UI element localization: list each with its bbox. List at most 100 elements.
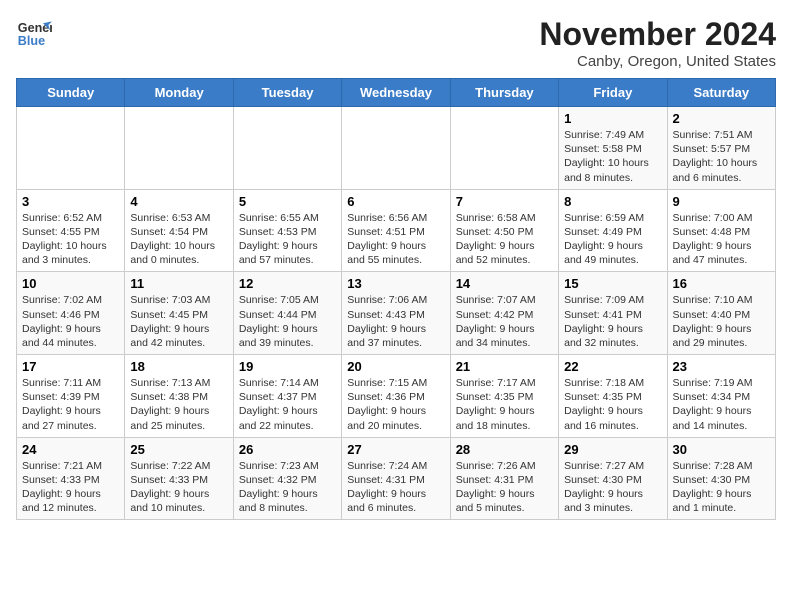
column-header-friday: Friday — [559, 79, 667, 107]
calendar-cell: 26 Sunrise: 7:23 AM Sunset: 4:32 PM Dayli… — [233, 437, 341, 520]
day-info: Sunrise: 7:26 AM Sunset: 4:31 PM Dayligh… — [456, 459, 553, 516]
day-number: 15 — [564, 276, 661, 291]
day-info: Sunrise: 7:15 AM Sunset: 4:36 PM Dayligh… — [347, 376, 444, 433]
day-info: Sunrise: 7:24 AM Sunset: 4:31 PM Dayligh… — [347, 459, 444, 516]
calendar-cell: 12 Sunrise: 7:05 AM Sunset: 4:44 PM Dayli… — [233, 272, 341, 355]
day-info: Sunrise: 7:10 AM Sunset: 4:40 PM Dayligh… — [673, 293, 770, 350]
day-number: 4 — [130, 194, 227, 209]
calendar-cell: 21 Sunrise: 7:17 AM Sunset: 4:35 PM Dayli… — [450, 355, 558, 438]
day-number: 26 — [239, 442, 336, 457]
calendar-cell: 15 Sunrise: 7:09 AM Sunset: 4:41 PM Dayli… — [559, 272, 667, 355]
calendar-cell: 3 Sunrise: 6:52 AM Sunset: 4:55 PM Daylig… — [17, 189, 125, 272]
day-number: 1 — [564, 111, 661, 126]
day-info: Sunrise: 6:53 AM Sunset: 4:54 PM Dayligh… — [130, 211, 227, 268]
day-number: 28 — [456, 442, 553, 457]
calendar-cell: 16 Sunrise: 7:10 AM Sunset: 4:40 PM Dayli… — [667, 272, 775, 355]
day-info: Sunrise: 7:51 AM Sunset: 5:57 PM Dayligh… — [673, 128, 770, 185]
calendar-cell: 23 Sunrise: 7:19 AM Sunset: 4:34 PM Dayli… — [667, 355, 775, 438]
calendar-cell: 18 Sunrise: 7:13 AM Sunset: 4:38 PM Dayli… — [125, 355, 233, 438]
logo-icon: General Blue — [16, 16, 52, 52]
day-number: 16 — [673, 276, 770, 291]
calendar-cell — [17, 107, 125, 190]
month-title: November 2024 — [539, 16, 776, 53]
day-info: Sunrise: 7:27 AM Sunset: 4:30 PM Dayligh… — [564, 459, 661, 516]
day-number: 9 — [673, 194, 770, 209]
calendar-cell: 25Sunrise: 7:22 AM Sunset: 4:33 PM Dayli… — [125, 437, 233, 520]
calendar-cell: 20 Sunrise: 7:15 AM Sunset: 4:36 PM Dayli… — [342, 355, 450, 438]
logo: General Blue — [16, 16, 52, 52]
day-number: 13 — [347, 276, 444, 291]
day-info: Sunrise: 6:52 AM Sunset: 4:55 PM Dayligh… — [22, 211, 119, 268]
day-info: Sunrise: 6:58 AM Sunset: 4:50 PM Dayligh… — [456, 211, 553, 268]
day-info: Sunrise: 7:03 AM Sunset: 4:45 PM Dayligh… — [130, 293, 227, 350]
day-number: 17 — [22, 359, 119, 374]
day-number: 8 — [564, 194, 661, 209]
day-info: Sunrise: 7:14 AM Sunset: 4:37 PM Dayligh… — [239, 376, 336, 433]
day-number: 7 — [456, 194, 553, 209]
day-number: 21 — [456, 359, 553, 374]
day-number: 27 — [347, 442, 444, 457]
calendar-cell: 4 Sunrise: 6:53 AM Sunset: 4:54 PM Daylig… — [125, 189, 233, 272]
day-info: Sunrise: 7:13 AM Sunset: 4:38 PM Dayligh… — [130, 376, 227, 433]
column-header-monday: Monday — [125, 79, 233, 107]
calendar-cell: 6Sunrise: 6:56 AM Sunset: 4:51 PM Daylig… — [342, 189, 450, 272]
day-number: 12 — [239, 276, 336, 291]
day-info: Sunrise: 7:22 AM Sunset: 4:33 PM Dayligh… — [130, 459, 227, 516]
calendar-week-2: 3 Sunrise: 6:52 AM Sunset: 4:55 PM Daylig… — [17, 189, 776, 272]
calendar-table: SundayMondayTuesdayWednesdayThursdayFrid… — [16, 78, 776, 520]
day-number: 18 — [130, 359, 227, 374]
calendar-cell: 14Sunrise: 7:07 AM Sunset: 4:42 PM Dayli… — [450, 272, 558, 355]
day-info: Sunrise: 6:59 AM Sunset: 4:49 PM Dayligh… — [564, 211, 661, 268]
day-info: Sunrise: 7:21 AM Sunset: 4:33 PM Dayligh… — [22, 459, 119, 516]
day-number: 19 — [239, 359, 336, 374]
calendar-cell: 2 Sunrise: 7:51 AM Sunset: 5:57 PM Daylig… — [667, 107, 775, 190]
calendar-cell — [233, 107, 341, 190]
calendar-cell — [450, 107, 558, 190]
calendar-cell: 17 Sunrise: 7:11 AM Sunset: 4:39 PM Dayli… — [17, 355, 125, 438]
column-header-tuesday: Tuesday — [233, 79, 341, 107]
day-info: Sunrise: 7:17 AM Sunset: 4:35 PM Dayligh… — [456, 376, 553, 433]
day-info: Sunrise: 7:06 AM Sunset: 4:43 PM Dayligh… — [347, 293, 444, 350]
column-header-wednesday: Wednesday — [342, 79, 450, 107]
day-number: 10 — [22, 276, 119, 291]
column-header-saturday: Saturday — [667, 79, 775, 107]
day-info: Sunrise: 7:28 AM Sunset: 4:30 PM Dayligh… — [673, 459, 770, 516]
calendar-cell: 27 Sunrise: 7:24 AM Sunset: 4:31 PM Dayli… — [342, 437, 450, 520]
calendar-cell: 19 Sunrise: 7:14 AM Sunset: 4:37 PM Dayli… — [233, 355, 341, 438]
day-number: 11 — [130, 276, 227, 291]
location: Canby, Oregon, United States — [539, 53, 776, 70]
svg-text:Blue: Blue — [18, 34, 45, 48]
calendar-cell: 22 Sunrise: 7:18 AM Sunset: 4:35 PM Dayli… — [559, 355, 667, 438]
day-number: 5 — [239, 194, 336, 209]
day-number: 3 — [22, 194, 119, 209]
day-info: Sunrise: 7:23 AM Sunset: 4:32 PM Dayligh… — [239, 459, 336, 516]
day-info: Sunrise: 7:19 AM Sunset: 4:34 PM Dayligh… — [673, 376, 770, 433]
calendar-week-1: 1Sunrise: 7:49 AM Sunset: 5:58 PM Daylig… — [17, 107, 776, 190]
calendar-cell: 24Sunrise: 7:21 AM Sunset: 4:33 PM Dayli… — [17, 437, 125, 520]
calendar-cell — [125, 107, 233, 190]
calendar-cell: 5Sunrise: 6:55 AM Sunset: 4:53 PM Daylig… — [233, 189, 341, 272]
day-info: Sunrise: 7:11 AM Sunset: 4:39 PM Dayligh… — [22, 376, 119, 433]
day-info: Sunrise: 7:09 AM Sunset: 4:41 PM Dayligh… — [564, 293, 661, 350]
calendar-cell: 13 Sunrise: 7:06 AM Sunset: 4:43 PM Dayli… — [342, 272, 450, 355]
day-number: 23 — [673, 359, 770, 374]
calendar-week-3: 10 Sunrise: 7:02 AM Sunset: 4:46 PM Dayli… — [17, 272, 776, 355]
day-info: Sunrise: 7:07 AM Sunset: 4:42 PM Dayligh… — [456, 293, 553, 350]
calendar-cell: 11 Sunrise: 7:03 AM Sunset: 4:45 PM Dayli… — [125, 272, 233, 355]
calendar-week-4: 17 Sunrise: 7:11 AM Sunset: 4:39 PM Dayli… — [17, 355, 776, 438]
day-info: Sunrise: 7:05 AM Sunset: 4:44 PM Dayligh… — [239, 293, 336, 350]
calendar-cell: 7 Sunrise: 6:58 AM Sunset: 4:50 PM Daylig… — [450, 189, 558, 272]
day-info: Sunrise: 6:56 AM Sunset: 4:51 PM Dayligh… — [347, 211, 444, 268]
day-info: Sunrise: 7:00 AM Sunset: 4:48 PM Dayligh… — [673, 211, 770, 268]
day-number: 22 — [564, 359, 661, 374]
day-number: 2 — [673, 111, 770, 126]
calendar-week-5: 24Sunrise: 7:21 AM Sunset: 4:33 PM Dayli… — [17, 437, 776, 520]
title-area: November 2024 Canby, Oregon, United Stat… — [539, 16, 776, 70]
column-header-thursday: Thursday — [450, 79, 558, 107]
day-number: 30 — [673, 442, 770, 457]
day-number: 20 — [347, 359, 444, 374]
calendar-cell: 9 Sunrise: 7:00 AM Sunset: 4:48 PM Daylig… — [667, 189, 775, 272]
calendar-cell: 29Sunrise: 7:27 AM Sunset: 4:30 PM Dayli… — [559, 437, 667, 520]
day-info: Sunrise: 7:02 AM Sunset: 4:46 PM Dayligh… — [22, 293, 119, 350]
day-info: Sunrise: 7:18 AM Sunset: 4:35 PM Dayligh… — [564, 376, 661, 433]
